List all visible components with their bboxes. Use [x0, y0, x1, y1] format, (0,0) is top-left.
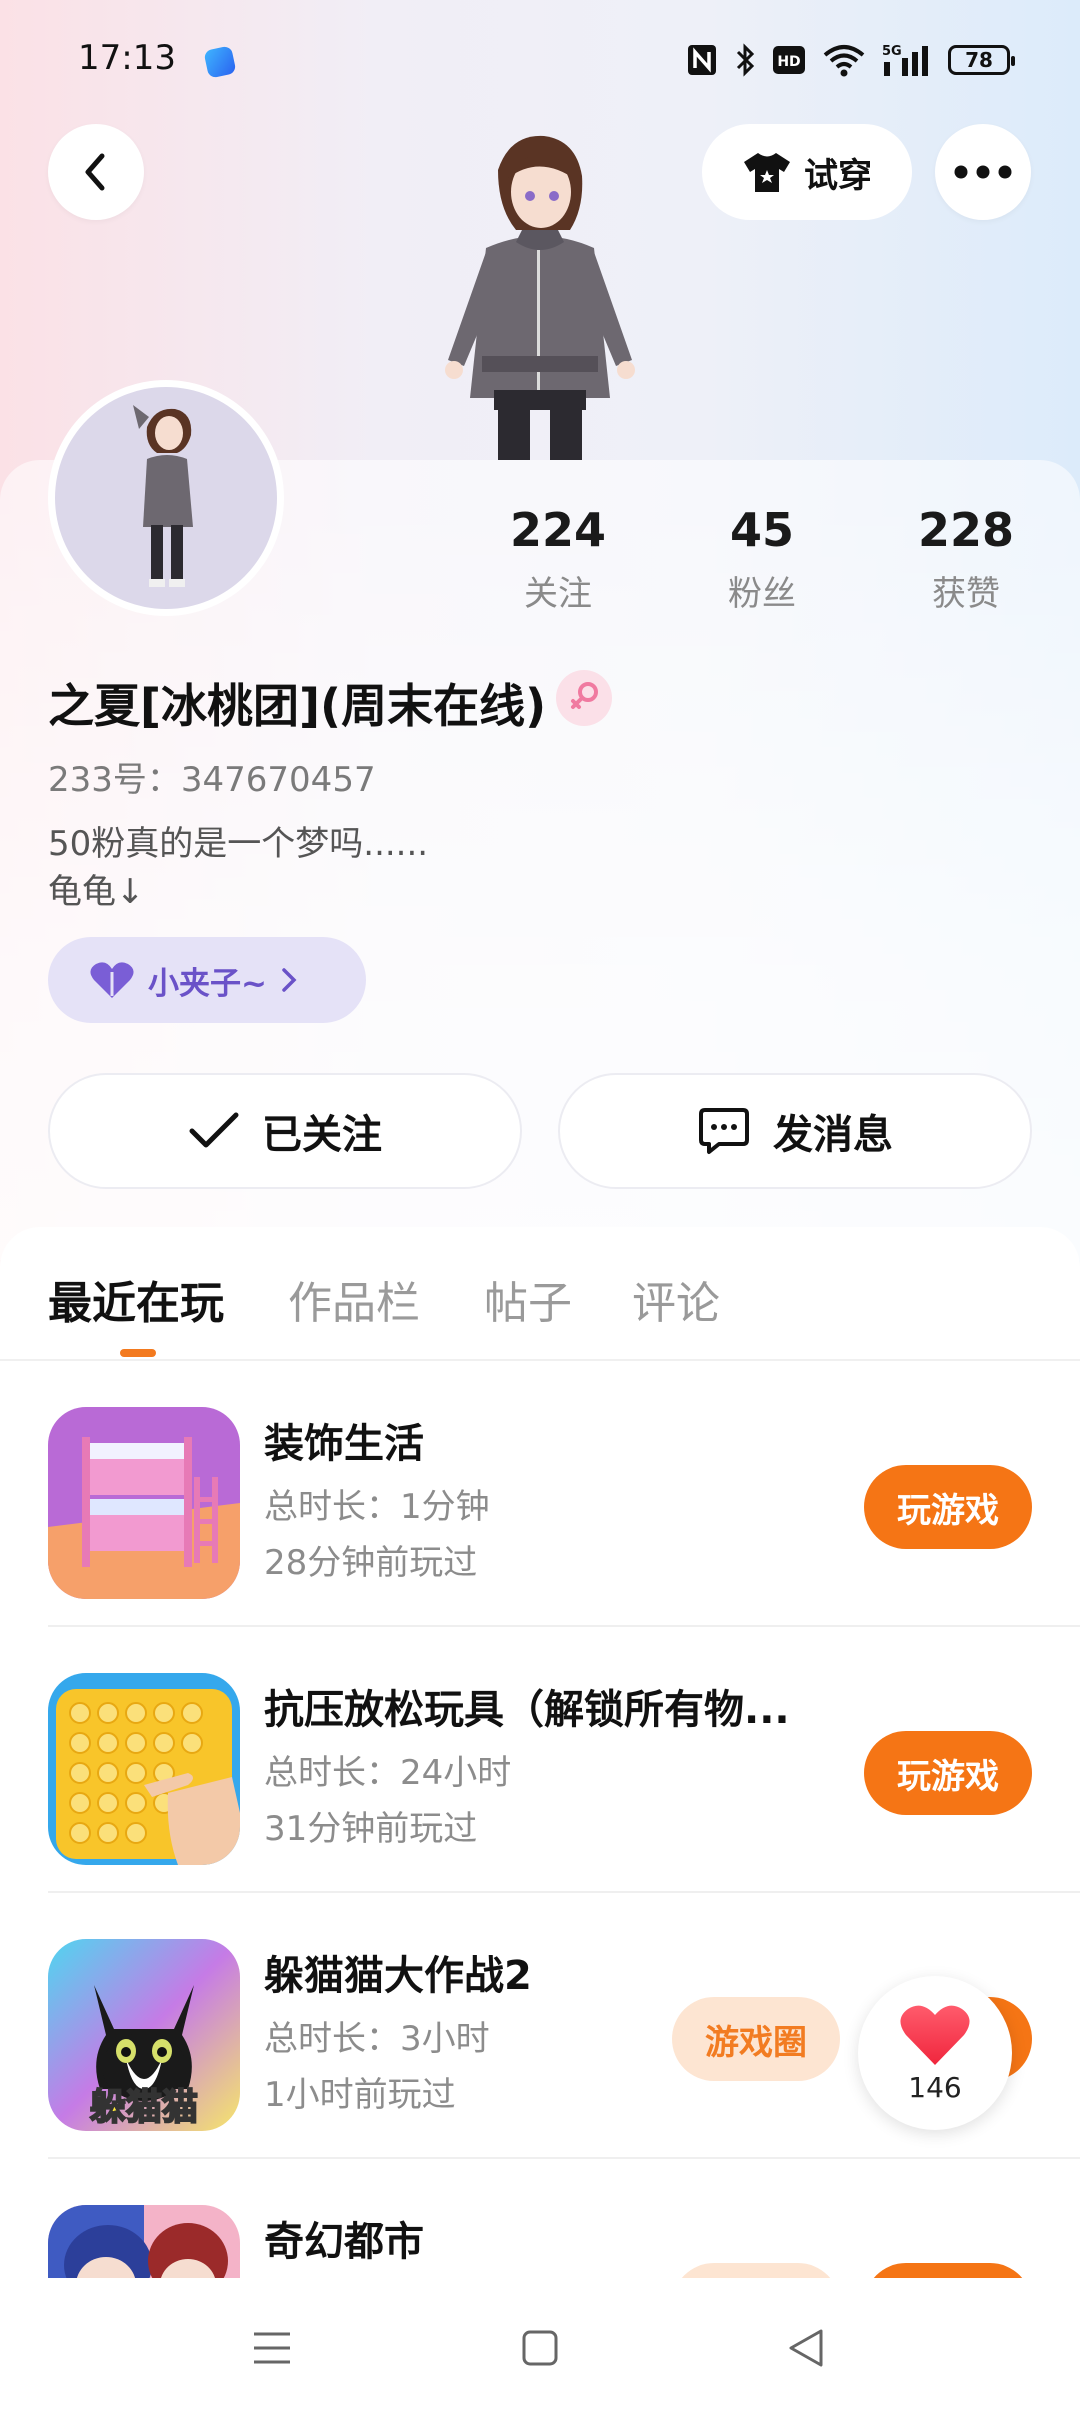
game-title: 抗压放松玩具（解锁所有物...	[264, 1687, 790, 1733]
stat-likes-label: 获赞	[932, 574, 1000, 614]
home-nav-button[interactable]	[500, 2308, 580, 2388]
game-icon	[48, 1673, 240, 1865]
tag-pill[interactable]: 小夹子~	[48, 937, 366, 1023]
game-row[interactable]: 抗压放松玩具（解锁所有物... 总时长：24小时 31分钟前玩过 玩游戏	[0, 1627, 1080, 1893]
avatar[interactable]	[48, 380, 284, 616]
game-circle-button[interactable]: 游戏圈	[672, 1997, 840, 2081]
avatar-figure	[133, 405, 193, 587]
game-duration: 总时长：1分钟	[264, 1487, 490, 1527]
followed-button[interactable]: 已关注	[48, 1073, 522, 1189]
pop-it-game-art	[48, 1673, 240, 1865]
square-icon	[522, 2330, 558, 2366]
status-bar: 17:13 HD 5G 78	[0, 0, 1080, 120]
stat-likes[interactable]: 228 获赞	[876, 500, 1056, 615]
network-label: 5G	[882, 44, 902, 59]
game-duration: 总时长：24小时	[264, 1753, 512, 1793]
tab-works[interactable]: 作品栏	[288, 1267, 420, 1331]
play-game-button[interactable]: 玩游戏	[864, 1465, 1032, 1549]
like-count: 146	[908, 2070, 962, 2104]
game-icon: 躲猫猫	[48, 1939, 240, 2131]
followed-label: 已关注	[262, 1112, 382, 1158]
stat-likes-value: 228	[917, 503, 1015, 557]
female-icon	[571, 682, 598, 709]
user-id: 233号：347670457	[48, 760, 376, 800]
battery-indicator: 78	[948, 45, 1015, 75]
back-button[interactable]	[48, 124, 144, 220]
stat-following[interactable]: 224 关注	[468, 500, 648, 615]
tab-bar: 最近在玩 作品栏 帖子 评论	[0, 1227, 1080, 1361]
game-last-played: 1小时前玩过	[264, 2075, 456, 2115]
avatar-image	[55, 387, 277, 609]
game-last-played: 31分钟前玩过	[264, 1809, 478, 1849]
chat-bubble-icon	[699, 1108, 749, 1154]
game-title: 装饰生活	[264, 1421, 424, 1467]
stat-following-value: 224	[509, 503, 607, 557]
heart-icon	[900, 2005, 970, 2065]
try-on-label: 试穿	[804, 155, 872, 196]
wifi-icon	[823, 45, 865, 77]
nickname: 之夏[冰桃团](周末在线)	[48, 679, 547, 733]
system-nav-bar	[0, 2278, 1080, 2412]
signal-icon: 5G	[882, 44, 928, 76]
stat-following-label: 关注	[524, 574, 592, 614]
bunk-bed-game-art	[48, 1407, 240, 1599]
heart-icon	[90, 962, 134, 998]
menu-icon	[254, 2332, 290, 2364]
game-icon	[48, 1407, 240, 1599]
stat-fans[interactable]: 45 粉丝	[672, 500, 852, 615]
character-figure	[445, 135, 635, 460]
game-title: 奇幻都市	[264, 2219, 424, 2265]
status-time: 17:13	[78, 38, 176, 78]
more-dots-icon	[954, 165, 1012, 179]
hd-label: HD	[777, 54, 800, 70]
back-nav-button[interactable]	[766, 2308, 846, 2388]
active-tab-indicator	[120, 1349, 156, 1357]
tab-comments[interactable]: 评论	[632, 1267, 720, 1331]
bio: 50粉真的是一个梦吗...... 龟龟↓	[48, 824, 429, 912]
game-icon-text: 躲猫猫	[90, 2087, 198, 2128]
game-title: 躲猫猫大作战2	[264, 1953, 532, 1999]
bluetooth-icon	[736, 43, 755, 77]
nfc-icon	[688, 45, 716, 75]
send-message-button[interactable]: 发消息	[558, 1073, 1032, 1189]
more-button[interactable]	[935, 124, 1031, 220]
try-on-button[interactable]: 试穿	[702, 124, 912, 220]
menu-nav-button[interactable]	[232, 2308, 312, 2388]
hd-icon: HD	[773, 46, 805, 74]
tshirt-icon	[744, 153, 790, 192]
game-duration: 总时长：3小时	[264, 2019, 490, 2059]
hide-cat-game-art: 躲猫猫	[48, 1939, 240, 2131]
chevron-right-icon	[282, 968, 297, 992]
triangle-back-icon	[789, 2329, 823, 2367]
send-message-label: 发消息	[773, 1112, 893, 1158]
stat-fans-label: 粉丝	[728, 574, 796, 614]
game-last-played: 28分钟前玩过	[264, 1543, 478, 1583]
like-floating-button[interactable]: 146	[858, 1976, 1012, 2130]
app-notification-icon	[203, 45, 237, 79]
game-row[interactable]: 装饰生活 总时长：1分钟 28分钟前玩过 玩游戏	[0, 1361, 1080, 1627]
play-game-button[interactable]: 玩游戏	[864, 1731, 1032, 1815]
stat-fans-value: 45	[729, 503, 794, 557]
check-icon	[189, 1112, 239, 1148]
tab-posts[interactable]: 帖子	[484, 1267, 572, 1331]
chevron-left-icon	[85, 153, 105, 191]
status-icons: HD 5G 78	[686, 40, 1015, 80]
gender-badge	[556, 670, 612, 726]
tag-label: 小夹子~	[148, 965, 267, 1002]
tab-recently-played[interactable]: 最近在玩	[48, 1267, 224, 1331]
